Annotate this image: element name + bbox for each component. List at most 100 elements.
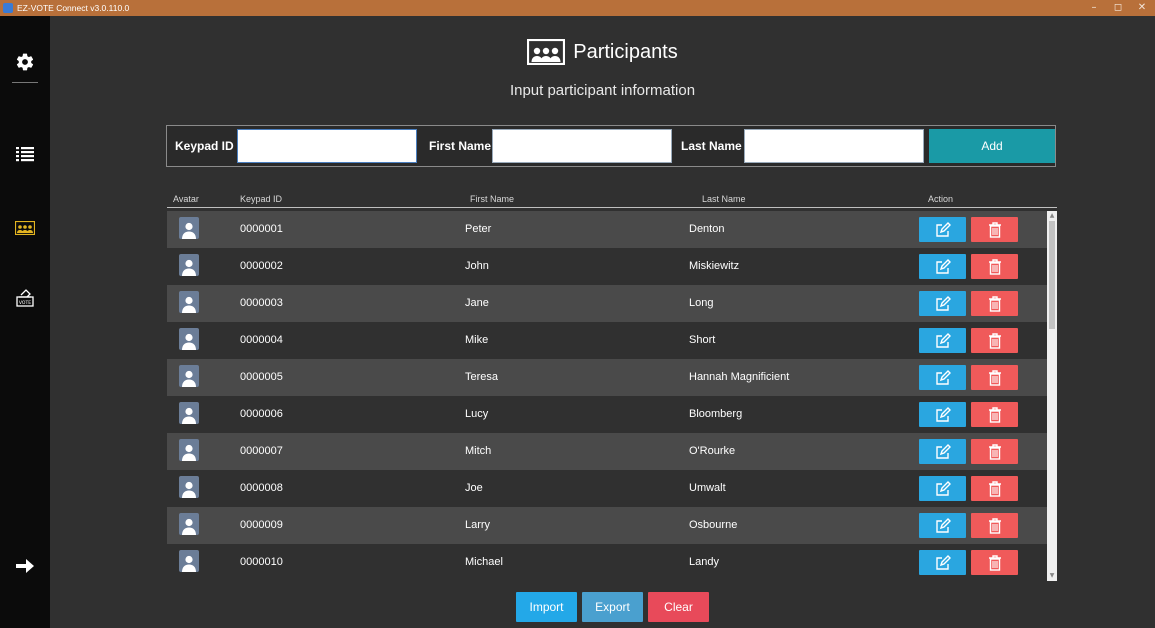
keypad-id-cell: 0000003 — [240, 297, 283, 309]
delete-button[interactable] — [971, 254, 1018, 279]
table-scrollbar[interactable]: ▲ ▼ — [1047, 211, 1057, 581]
edit-button[interactable] — [919, 402, 966, 427]
table-row[interactable]: 0000001 Peter Denton — [167, 211, 1047, 248]
next-button[interactable] — [0, 546, 50, 586]
table-row[interactable]: 0000004 Mike Short — [167, 322, 1047, 359]
table-row[interactable]: 0000009 Larry Osbourne — [167, 507, 1047, 544]
delete-button[interactable] — [971, 328, 1018, 353]
table-row[interactable]: 0000008 Joe Umwalt — [167, 470, 1047, 507]
trash-icon — [988, 369, 1001, 386]
vote-icon: VOTE — [16, 289, 34, 307]
table-row[interactable]: 0000002 John Miskiewitz — [167, 248, 1047, 285]
edit-icon — [935, 258, 951, 274]
first-name-cell: Jane — [465, 297, 489, 309]
first-name-cell: Larry — [465, 519, 491, 531]
edit-button[interactable] — [919, 328, 966, 353]
edit-button[interactable] — [919, 291, 966, 316]
user-silhouette-icon — [182, 555, 196, 572]
column-action: Action — [928, 194, 954, 204]
page-header: Participants — [50, 36, 1155, 68]
export-button[interactable]: Export — [582, 592, 643, 622]
trash-icon — [988, 332, 1001, 349]
avatar — [179, 328, 199, 350]
column-first-name: First Name — [470, 194, 515, 204]
table-row[interactable]: 0000003 Jane Long — [167, 285, 1047, 322]
table-row[interactable]: 0000007 Mitch O'Rourke — [167, 433, 1047, 470]
edit-button[interactable] — [919, 513, 966, 538]
edit-icon — [935, 221, 951, 237]
user-silhouette-icon — [182, 296, 196, 313]
keypad-id-cell: 0000010 — [240, 556, 283, 568]
first-name-cell: Mitch — [465, 445, 492, 457]
page-subtitle: Input participant information — [509, 82, 696, 99]
first-name-input[interactable] — [492, 129, 672, 163]
keypad-id-label: Keypad ID — [175, 139, 234, 153]
delete-button[interactable] — [971, 291, 1018, 316]
keypad-id-input[interactable] — [237, 129, 417, 163]
main-panel: Participants Input participant informati… — [50, 16, 1155, 628]
last-name-cell: Denton — [689, 223, 725, 235]
edit-button[interactable] — [919, 476, 966, 501]
delete-button[interactable] — [971, 365, 1018, 390]
import-button[interactable]: Import — [516, 592, 577, 622]
first-name-cell: Michael — [465, 556, 503, 568]
last-name-cell: Umwalt — [689, 482, 726, 494]
user-silhouette-icon — [182, 481, 196, 498]
delete-button[interactable] — [971, 402, 1018, 427]
add-button[interactable]: Add — [929, 129, 1055, 163]
scroll-up-icon[interactable]: ▲ — [1047, 211, 1057, 221]
participants-button[interactable] — [0, 208, 50, 248]
list-icon — [16, 147, 34, 162]
delete-button[interactable] — [971, 476, 1018, 501]
keypad-id-cell: 0000006 — [240, 408, 283, 420]
delete-button[interactable] — [971, 550, 1018, 575]
first-name-cell: John — [465, 260, 489, 272]
last-name-cell: O'Rourke — [689, 445, 736, 457]
keypad-id-cell: 0000007 — [240, 445, 283, 457]
maximize-button[interactable]: ◻ — [1106, 0, 1130, 16]
trash-icon — [988, 258, 1001, 275]
column-avatar: Avatar — [173, 194, 199, 204]
edit-button[interactable] — [919, 365, 966, 390]
last-name-cell: Miskiewitz — [689, 260, 740, 272]
avatar — [179, 513, 199, 535]
first-name-cell: Joe — [465, 482, 483, 494]
user-silhouette-icon — [182, 444, 196, 461]
minimize-button[interactable]: – — [1082, 0, 1106, 16]
arrow-right-icon — [16, 559, 34, 573]
title-bar: EZ-VOTE Connect v3.0.110.0 – ◻ ✕ — [0, 0, 1155, 16]
keypad-id-cell: 0000001 — [240, 223, 283, 235]
keypad-id-cell: 0000005 — [240, 371, 283, 383]
user-silhouette-icon — [182, 370, 196, 387]
column-last-name: Last Name — [702, 194, 746, 204]
delete-button[interactable] — [971, 513, 1018, 538]
avatar — [179, 217, 199, 239]
delete-button[interactable] — [971, 439, 1018, 464]
close-button[interactable]: ✕ — [1130, 0, 1154, 16]
table-header: Avatar Keypad ID First Name Last Name Ac… — [167, 193, 1057, 208]
edit-icon — [935, 295, 951, 311]
table-row[interactable]: 0000005 Teresa Hannah Magnificient — [167, 359, 1047, 396]
table-row[interactable]: 0000006 Lucy Bloomberg — [167, 396, 1047, 433]
clear-button[interactable]: Clear — [648, 592, 709, 622]
delete-button[interactable] — [971, 217, 1018, 242]
last-name-label: Last Name — [681, 139, 742, 153]
edit-button[interactable] — [919, 217, 966, 242]
table-row[interactable]: 0000010 Michael Landy — [167, 544, 1047, 581]
last-name-input[interactable] — [744, 129, 924, 163]
edit-icon — [935, 480, 951, 496]
list-button[interactable] — [0, 134, 50, 174]
settings-button[interactable] — [0, 42, 50, 82]
scroll-down-icon[interactable]: ▼ — [1047, 571, 1057, 581]
edit-button[interactable] — [919, 439, 966, 464]
keypad-id-cell: 0000008 — [240, 482, 283, 494]
avatar — [179, 402, 199, 424]
vote-button[interactable]: VOTE — [0, 278, 50, 318]
participants-title-icon — [527, 39, 566, 65]
scroll-thumb[interactable] — [1049, 221, 1055, 329]
avatar — [179, 439, 199, 461]
participant-list: 0000001 Peter Denton 0000002 John Miskie… — [167, 211, 1047, 581]
edit-button[interactable] — [919, 550, 966, 575]
edit-button[interactable] — [919, 254, 966, 279]
user-silhouette-icon — [182, 259, 196, 276]
